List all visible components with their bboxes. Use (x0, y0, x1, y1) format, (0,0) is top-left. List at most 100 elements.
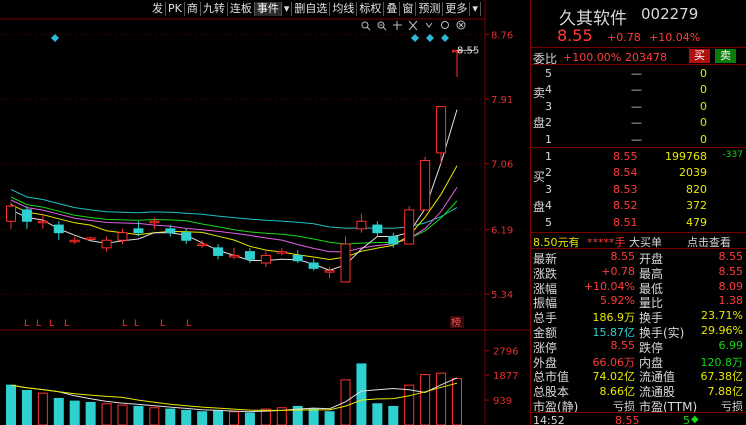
volume-bar[interactable] (165, 408, 176, 425)
candle-body[interactable] (133, 228, 144, 234)
candle-body[interactable] (244, 251, 255, 260)
volume-bar[interactable] (388, 405, 399, 425)
candle-body[interactable] (324, 270, 335, 273)
volume-bar[interactable] (117, 404, 128, 425)
candle-body[interactable] (436, 106, 447, 154)
volume-bar[interactable] (420, 374, 431, 425)
candle-body[interactable] (21, 209, 32, 222)
candle-body[interactable] (181, 232, 192, 241)
candle-body[interactable] (276, 251, 287, 254)
level-volume: 2039 (679, 166, 707, 180)
volume-bar[interactable] (340, 379, 351, 425)
volume-bar[interactable] (133, 405, 144, 425)
volume-bar[interactable] (213, 409, 224, 425)
sell-level-row[interactable]: 2 — 0 (531, 115, 745, 132)
board-tag[interactable]: 榜 (451, 316, 461, 329)
candle-body[interactable] (260, 254, 271, 264)
candle-body[interactable] (53, 224, 64, 234)
volume-bar[interactable] (229, 411, 239, 425)
toolbar-events-button[interactable]: 事件 (254, 2, 282, 16)
candle-body[interactable] (229, 254, 239, 258)
toolbar-rights-button[interactable]: 标权 (357, 2, 385, 16)
sell-button[interactable]: 卖 (715, 49, 736, 63)
volume-bar[interactable] (85, 401, 96, 425)
volume-tick-label: 939 (493, 396, 512, 407)
candle-body[interactable] (101, 239, 112, 249)
candle-body[interactable] (69, 239, 80, 243)
toolbar-shang-button[interactable]: 商 (185, 2, 201, 16)
candle-body[interactable] (420, 160, 431, 211)
volume-bar[interactable] (372, 403, 383, 425)
toolbar-lianban-button[interactable]: 连板 (228, 2, 255, 16)
event-marker-icon[interactable] (411, 34, 419, 42)
toolbar-ma-button[interactable]: 均线 (330, 2, 358, 16)
cross-icon[interactable] (393, 21, 402, 30)
volume-bar[interactable] (6, 384, 16, 425)
candle-body[interactable] (6, 205, 16, 222)
level-price: 8.52 (613, 199, 638, 213)
collapse-icon[interactable] (425, 22, 433, 28)
buy-level-row[interactable]: 5 8.51 479 (531, 215, 745, 232)
volume-bar[interactable] (69, 400, 80, 425)
toolbar-more-button[interactable]: 更多 (443, 2, 471, 16)
sell-level-row[interactable]: 4 — 0 (531, 82, 745, 99)
toolbar-overlay-button[interactable]: 叠 (384, 2, 401, 16)
volume-bar[interactable] (324, 411, 335, 425)
kline-chart[interactable]: 8.767.917.066.195.34279618779398.55L L L L L… (0, 0, 530, 425)
volume-bar[interactable] (244, 412, 255, 425)
search-icon[interactable] (361, 21, 371, 31)
volume-bar[interactable] (436, 372, 447, 425)
sell-level-row[interactable]: 3 — 0 (531, 99, 745, 116)
toolbar-jiuzhuan-button[interactable]: 九转 (201, 2, 228, 16)
candle-body[interactable] (372, 224, 383, 234)
sell-level-row[interactable]: 5 — 0 (531, 66, 745, 83)
volume-bar[interactable] (21, 389, 32, 425)
toolbar-window-button[interactable]: 窗 (400, 2, 417, 16)
buy-button[interactable]: 买 (689, 49, 710, 63)
volume-bar[interactable] (181, 409, 192, 425)
candle-body[interactable] (197, 243, 208, 247)
volume-bar[interactable] (197, 411, 208, 425)
event-marker-icon[interactable] (441, 34, 449, 42)
toolbar-pk-button[interactable]: PK (166, 2, 185, 16)
candle-body[interactable] (292, 254, 303, 262)
candle-body[interactable] (340, 243, 351, 283)
toolbar-remove-watchlist-button[interactable]: 删自选 (292, 2, 331, 16)
candle-body[interactable] (213, 247, 224, 256)
candle-body[interactable] (308, 262, 319, 269)
candle-body[interactable] (149, 220, 160, 224)
candle-body[interactable] (37, 220, 48, 224)
event-marker-icon[interactable] (51, 34, 59, 42)
close-icon[interactable] (456, 20, 466, 30)
candle-body[interactable] (356, 220, 367, 230)
buy-level-row[interactable]: 3 8.53 820 (531, 182, 745, 199)
volume-bar[interactable] (53, 397, 64, 425)
candle-body[interactable] (404, 209, 415, 245)
event-marker-icon[interactable] (426, 34, 434, 42)
level-change: -337 (722, 150, 743, 160)
buy-level-row[interactable]: 2 8.54 2039 (531, 165, 745, 182)
settings-icon[interactable] (441, 21, 449, 29)
toolbar-forecast-button[interactable]: 预测 (416, 2, 444, 16)
volume-bar[interactable] (101, 403, 112, 425)
toolbar-fa-button[interactable]: 发 (150, 2, 166, 16)
toolbar-more-dropdown[interactable]: ▾ (470, 2, 481, 16)
volume-bar[interactable] (37, 392, 48, 425)
zoom-icon[interactable] (377, 21, 387, 31)
volume-bar[interactable] (356, 363, 367, 425)
price-tick-label: 5.34 (491, 290, 513, 301)
tick-direction-icon: ◆ (691, 414, 699, 425)
candle-body[interactable] (117, 232, 128, 241)
candle-body[interactable] (165, 228, 176, 234)
volume-bar[interactable] (452, 378, 462, 425)
candle-body[interactable] (388, 235, 399, 245)
buy-level-row[interactable]: 1 8.55 199768 -337 (531, 149, 745, 166)
volume-bar[interactable] (404, 384, 415, 425)
volume-bar[interactable] (149, 407, 160, 425)
buy-level-row[interactable]: 4 8.52 372 (531, 198, 745, 215)
stat-value: 6.99 (718, 338, 744, 352)
volume-bar[interactable] (308, 408, 319, 425)
candle-body[interactable] (85, 237, 96, 240)
scissors-icon[interactable] (408, 20, 418, 31)
toolbar-events-dropdown[interactable]: ▾ (282, 2, 293, 16)
